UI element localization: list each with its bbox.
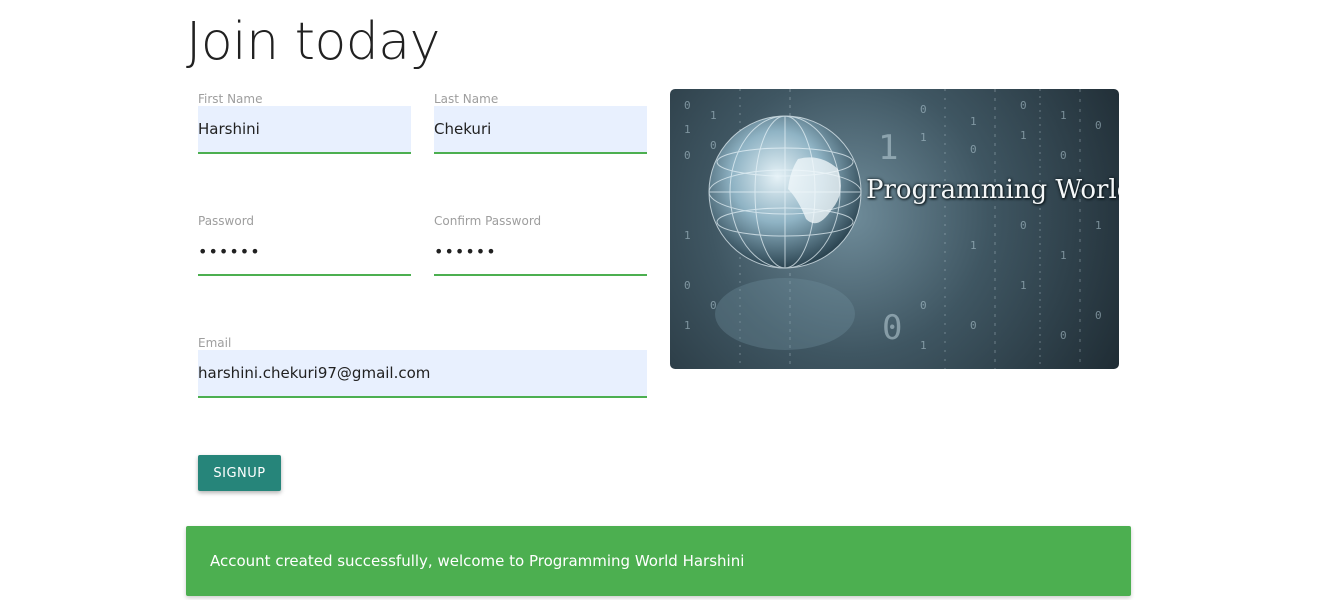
svg-text:0: 0 [1020, 99, 1027, 112]
first-name-field: First Name [198, 92, 411, 154]
programming-world-banner-image: 010101 1010 0101 1010 0101 1010 010 1 0 [670, 89, 1119, 369]
svg-text:0: 0 [920, 103, 927, 116]
svg-text:1: 1 [684, 229, 691, 242]
last-name-field: Last Name [434, 92, 647, 154]
svg-text:0: 0 [684, 99, 691, 112]
svg-text:1: 1 [1020, 279, 1027, 292]
last-name-input[interactable] [434, 106, 647, 154]
svg-text:1: 1 [1060, 109, 1067, 122]
password-input[interactable] [198, 228, 411, 276]
svg-text:0: 0 [1095, 309, 1102, 322]
svg-text:1: 1 [1020, 129, 1027, 142]
svg-text:1: 1 [710, 109, 717, 122]
svg-text:0: 0 [920, 299, 927, 312]
svg-text:0: 0 [970, 319, 977, 332]
svg-text:1: 1 [1095, 219, 1102, 232]
email-label: Email [198, 336, 232, 350]
password-field: Password [198, 214, 411, 276]
svg-text:1: 1 [970, 239, 977, 252]
svg-text:0: 0 [970, 143, 977, 156]
svg-text:0: 0 [684, 149, 691, 162]
svg-text:0: 0 [684, 279, 691, 292]
svg-text:1: 1 [920, 339, 927, 352]
first-name-label: First Name [198, 92, 263, 106]
email-input[interactable] [198, 350, 647, 398]
binary-rain-graphic: 010101 1010 0101 1010 0101 1010 010 1 0 [684, 89, 1102, 369]
banner-title: Programming World [866, 175, 1119, 205]
svg-text:0: 0 [1060, 329, 1067, 342]
password-label: Password [198, 214, 255, 228]
email-field: Email [198, 336, 647, 398]
svg-text:1: 1 [684, 123, 691, 136]
svg-text:1: 1 [878, 128, 898, 168]
svg-text:0: 0 [1020, 219, 1027, 232]
svg-text:1: 1 [920, 131, 927, 144]
signup-button[interactable]: SIGNUP [198, 455, 281, 491]
svg-text:0: 0 [710, 139, 717, 152]
signup-page: Join today First Name Last Name Password… [0, 0, 1328, 600]
svg-text:0: 0 [882, 308, 902, 348]
svg-text:1: 1 [970, 115, 977, 128]
svg-text:0: 0 [1095, 119, 1102, 132]
confirm-password-label: Confirm Password [434, 214, 542, 228]
toast-message: Account created successfully, welcome to… [210, 552, 745, 570]
svg-text:0: 0 [1060, 149, 1067, 162]
page-title: Join today [186, 12, 440, 72]
success-toast: Account created successfully, welcome to… [186, 526, 1131, 596]
svg-text:1: 1 [684, 319, 691, 332]
svg-text:1: 1 [1060, 249, 1067, 262]
confirm-password-input[interactable] [434, 228, 647, 276]
last-name-label: Last Name [434, 92, 499, 106]
confirm-password-field: Confirm Password [434, 214, 647, 276]
first-name-input[interactable] [198, 106, 411, 154]
